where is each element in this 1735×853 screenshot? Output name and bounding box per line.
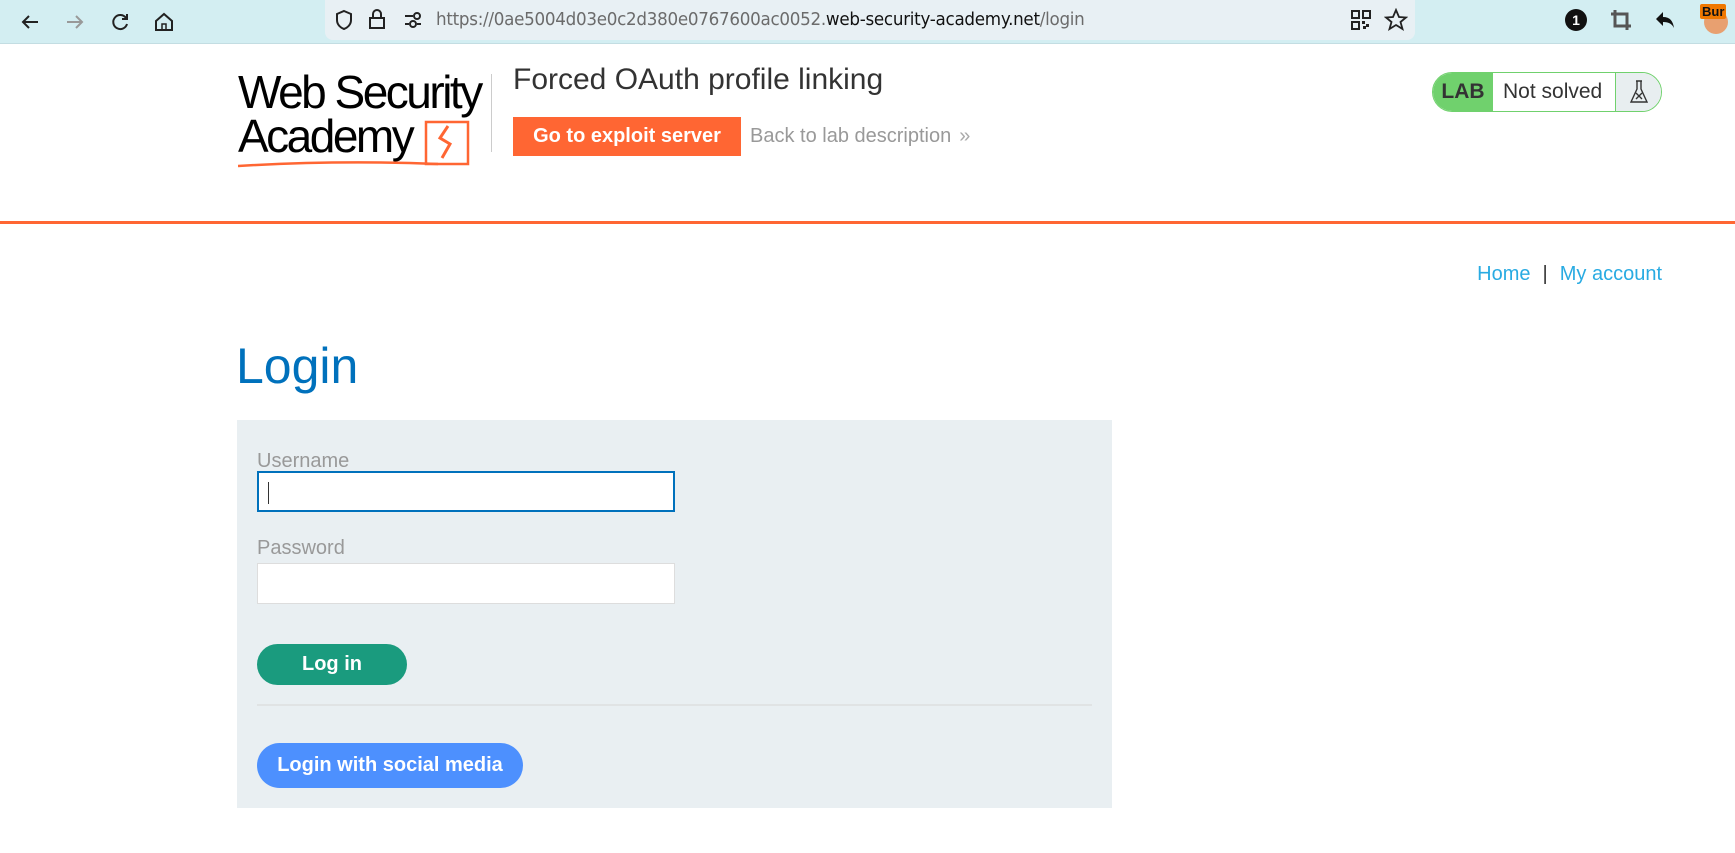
home-link[interactable]: Home [1477,263,1530,285]
back-button[interactable] [16,8,44,36]
back-to-lab-description-link[interactable]: Back to lab description » [750,125,970,148]
username-input[interactable] [257,471,675,512]
url-text[interactable]: https://0ae5004d03e0c2d380e0767600ac0052… [436,9,1085,30]
shield-icon[interactable] [334,9,354,31]
login-with-social-media-button[interactable]: Login with social media [257,743,523,788]
home-button[interactable] [150,8,178,36]
logo-line-1: Web Security [238,66,483,118]
undo-icon[interactable] [1653,8,1677,32]
reload-icon [112,14,128,31]
nav-separator: | [1542,263,1548,285]
reload-button[interactable] [106,8,134,36]
login-form: Username Password Log in Login with soci… [237,420,1112,808]
address-bar[interactable]: https://0ae5004d03e0c2d380e0767600ac0052… [325,0,1415,40]
go-to-exploit-server-button[interactable]: Go to exploit server [513,117,741,156]
site-permissions-icon[interactable] [403,11,423,29]
text-caret [268,482,269,504]
lab-status-text: Not solved [1493,73,1616,111]
top-navigation: Home | My account [1477,263,1662,286]
url-domain: web-security-academy.net [825,9,1040,30]
flask-icon [1629,80,1648,103]
page-title: Login [236,338,359,394]
header-divider [0,221,1735,224]
logo-lightning-icon [238,120,470,168]
lab-label: LAB [1433,73,1493,111]
arrow-left-icon [21,15,38,29]
username-label: Username [257,450,350,472]
browser-toolbar: https://0ae5004d03e0c2d380e0767600ac0052… [0,0,1735,44]
forward-button[interactable] [61,8,89,36]
password-input[interactable] [257,563,675,604]
home-icon [155,12,173,31]
flask-icon-container [1616,73,1661,111]
form-divider [257,704,1092,706]
lab-title: Forced OAuth profile linking [513,63,884,96]
burp-label: Bur [1700,4,1727,19]
notification-badge[interactable]: 1 [1565,9,1587,31]
lab-header: Web Security Academy Forced OAuth profil… [0,44,1735,223]
qr-code-icon[interactable] [1351,10,1371,30]
double-chevron-right-icon: » [959,125,971,147]
logo-divider [491,74,492,152]
url-subdomain: https://0ae5004d03e0c2d380e0767600ac0052… [436,9,826,30]
my-account-link[interactable]: My account [1560,263,1662,285]
burp-extension-button[interactable]: Bur [1700,4,1732,36]
url-path: /login [1039,9,1085,30]
lab-status-badge: LAB Not solved [1432,72,1662,112]
arrow-right-icon [67,15,84,29]
password-label: Password [257,537,345,559]
web-security-academy-logo[interactable]: Web Security Academy [238,66,490,168]
lock-icon[interactable] [368,8,386,30]
bookmark-star-icon[interactable] [1384,8,1408,32]
back-link-label: Back to lab description [750,125,952,147]
crop-icon[interactable] [1609,8,1633,32]
log-in-button[interactable]: Log in [257,644,407,685]
